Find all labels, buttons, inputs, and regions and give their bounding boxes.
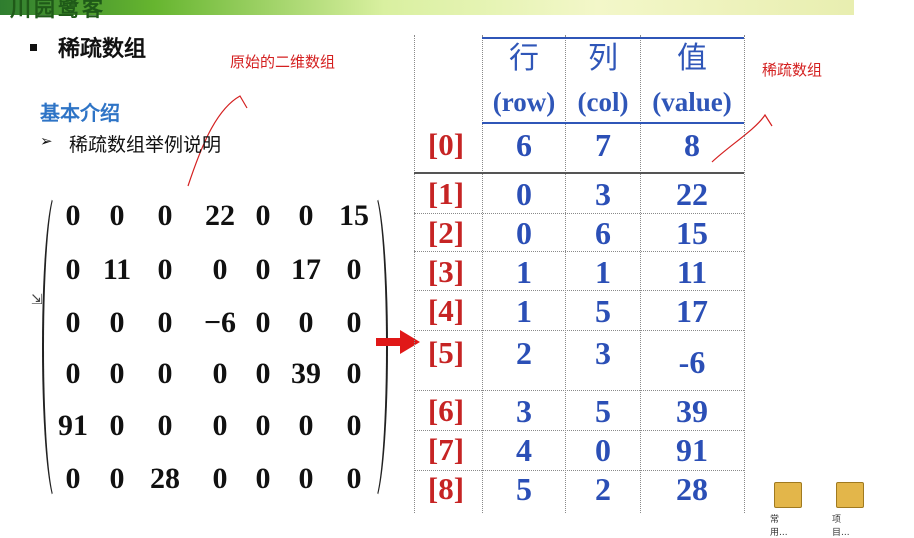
- table-cell-col: 1: [595, 254, 611, 290]
- table-cell-value: 39: [676, 393, 708, 429]
- table-cell-value: -6: [678, 344, 706, 380]
- matrix-cell: 0: [109, 199, 125, 232]
- row-index: [6]: [427, 393, 465, 428]
- table-header-rule: [482, 37, 744, 39]
- table-cell-col: 0: [595, 432, 611, 468]
- table-cell-value: 22: [676, 176, 708, 212]
- section-subtitle: 基本介绍: [40, 101, 120, 125]
- table-cell-col: 3: [595, 335, 611, 371]
- table-row0-separator: [414, 172, 744, 174]
- table-cell-row: 0: [516, 176, 532, 212]
- matrix-cell: 0: [65, 253, 81, 286]
- table-cell-col: 5: [595, 293, 611, 329]
- matrix-cell: 0: [65, 199, 81, 232]
- matrix-cell: 39: [291, 357, 321, 390]
- table-cell-value: 15: [676, 215, 708, 251]
- table-cell-col: 6: [595, 215, 611, 251]
- matrix-cell: 0: [346, 253, 362, 286]
- row-index: [4]: [427, 293, 465, 328]
- matrix-cell: 0: [346, 306, 362, 339]
- matrix-left-bracket: [42, 190, 72, 504]
- folder-icon[interactable]: [836, 482, 864, 508]
- matrix-cell: 0: [212, 253, 228, 286]
- table-cell-value: 91: [676, 432, 708, 468]
- matrix-cell: 0: [255, 462, 271, 495]
- desktop-icon-label: 项目...: [832, 515, 850, 538]
- column-header-cn: 列: [588, 42, 618, 75]
- matrix-cell: 0: [157, 306, 173, 339]
- matrix-cell: 91: [58, 409, 88, 442]
- table-cell-row: 6: [516, 127, 532, 163]
- matrix-cell: 0: [298, 306, 314, 339]
- matrix-cell: −6: [203, 306, 237, 339]
- row-index: [1]: [427, 176, 465, 211]
- matrix-cell: 0: [109, 409, 125, 442]
- desktop-icon-label: 常用...: [770, 515, 788, 538]
- table-row-line: [414, 430, 744, 431]
- matrix-cell: 0: [255, 199, 271, 232]
- matrix-cell: 0: [65, 462, 81, 495]
- matrix-cell: 0: [212, 462, 228, 495]
- matrix-cell: 0: [109, 306, 125, 339]
- matrix-cell: 0: [212, 409, 228, 442]
- table-header-bottom-rule: [482, 122, 744, 124]
- table-cell-row: 1: [516, 254, 532, 290]
- list-item: 稀疏数组举例说明: [69, 134, 222, 156]
- matrix-cell: 28: [150, 462, 180, 495]
- matrix-cell: 0: [157, 357, 173, 390]
- table-row-line: [414, 290, 744, 291]
- matrix-cell: 17: [291, 253, 321, 286]
- table-cell-row: 1: [516, 293, 532, 329]
- matrix-cell: 0: [346, 357, 362, 390]
- table-cell-value: 17: [676, 293, 708, 329]
- cursor-icon: ⇲: [31, 292, 43, 308]
- table-cell-col: 3: [595, 176, 611, 212]
- matrix-cell: 0: [65, 357, 81, 390]
- table-cell-row: 4: [516, 432, 532, 468]
- table-row-line: [414, 330, 744, 331]
- table-cell-row: 0: [516, 215, 532, 251]
- matrix-cell: 0: [255, 306, 271, 339]
- table-cell-value: 28: [676, 471, 708, 507]
- table-cell-row: 2: [516, 335, 532, 371]
- column-header-cn: 值: [677, 42, 707, 75]
- matrix-cell: 0: [255, 409, 271, 442]
- matrix-cell: 0: [65, 306, 81, 339]
- matrix-cell: 0: [212, 357, 228, 390]
- table-cell-row: 5: [516, 471, 532, 507]
- matrix-cell: 0: [157, 409, 173, 442]
- row-index: [8]: [427, 471, 465, 506]
- matrix-cell: 0: [157, 253, 173, 286]
- matrix-cell: 0: [157, 199, 173, 232]
- table-row-line: [414, 251, 744, 252]
- row-index: [0]: [427, 127, 465, 162]
- matrix-cell: 0: [298, 409, 314, 442]
- table-cell-value: 8: [684, 127, 700, 163]
- matrix-cell: 0: [255, 357, 271, 390]
- table-cell-value: 11: [676, 254, 708, 290]
- matrix-cell: 0: [298, 462, 314, 495]
- row-index: [2]: [427, 215, 465, 250]
- column-header-en: (value): [652, 87, 732, 117]
- table-cell-col: 2: [595, 471, 611, 507]
- table-row-line: [414, 390, 744, 391]
- row-index: [3]: [427, 254, 465, 289]
- folder-icon[interactable]: [774, 482, 802, 508]
- table-row-line: [414, 213, 744, 214]
- matrix-cell: 0: [109, 357, 125, 390]
- row-index: [7]: [427, 432, 465, 467]
- matrix-cell: 0: [109, 462, 125, 495]
- matrix-cell: 15: [339, 199, 369, 232]
- matrix-cell: 11: [102, 253, 132, 286]
- row-index: [5]: [427, 335, 465, 370]
- table-cell-col: 7: [595, 127, 611, 163]
- matrix-cell: 0: [255, 253, 271, 286]
- matrix-cell: 0: [346, 462, 362, 495]
- matrix-cell: 0: [346, 409, 362, 442]
- list-arrow-icon: ➢: [40, 132, 53, 150]
- table-cell-row: 3: [516, 393, 532, 429]
- table-cell-col: 5: [595, 393, 611, 429]
- matrix-cell: 0: [298, 199, 314, 232]
- matrix-cell: 22: [205, 199, 235, 232]
